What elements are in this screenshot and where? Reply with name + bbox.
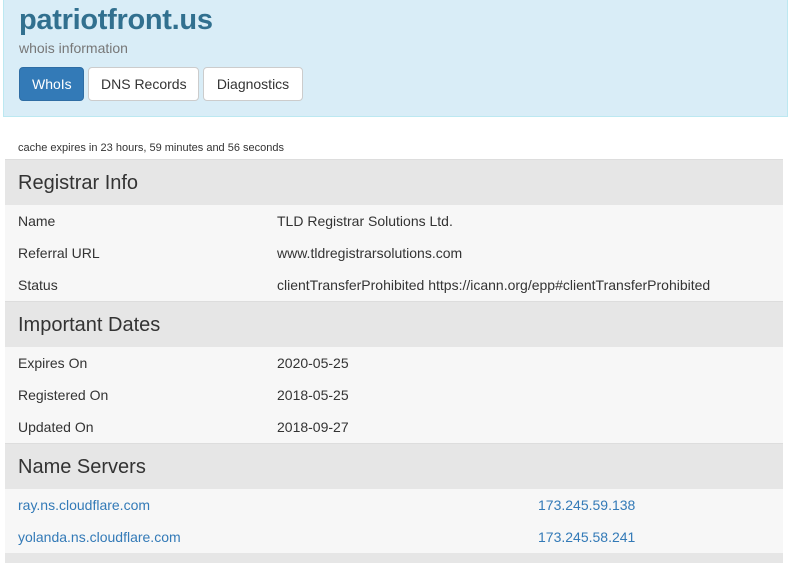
tab-diagnostics[interactable]: Diagnostics (203, 67, 303, 101)
table-row: Status clientTransferProhibited https://… (5, 269, 783, 301)
section-important-dates: Important Dates (5, 301, 783, 347)
nameserver-link[interactable]: yolanda.ns.cloudflare.com (18, 521, 181, 553)
row-value-registered-on: 2018-05-25 (277, 387, 349, 403)
row-value-expires-on: 2020-05-25 (277, 355, 349, 371)
table-row: ray.ns.cloudflare.com 173.245.59.138 (5, 489, 783, 521)
table-row: Updated On 2018-09-27 (5, 411, 783, 443)
domain-title: patriotfront.us (19, 4, 213, 36)
page-subtitle: whois information (19, 40, 128, 56)
table-row: yolanda.ns.cloudflare.com 173.245.58.241 (5, 521, 783, 553)
tab-whois[interactable]: WhoIs (19, 67, 84, 101)
row-key-updated-on: Updated On (18, 419, 94, 435)
section-name-servers: Name Servers (5, 443, 783, 489)
row-value-referral-url: www.tldregistrarsolutions.com (277, 245, 463, 261)
nameserver-link[interactable]: ray.ns.cloudflare.com (18, 489, 150, 521)
nameserver-ip-link[interactable]: 173.245.59.138 (538, 489, 635, 521)
nameserver-ip-link[interactable]: 173.245.58.241 (538, 521, 635, 553)
row-key-expires-on: Expires On (18, 355, 88, 371)
row-value-updated-on: 2018-09-27 (277, 419, 349, 435)
table-row: Expires On 2020-05-25 (5, 347, 783, 379)
row-key-referral-url: Referral URL (18, 245, 100, 261)
tab-dns-records[interactable]: DNS Records (88, 67, 199, 101)
page-header: patriotfront.us whois information WhoIs … (3, 0, 788, 117)
table-row: Referral URL www.tldregistrarsolutions.c… (5, 237, 783, 269)
section-divider (5, 553, 783, 563)
table-row: Name TLD Registrar Solutions Ltd. (5, 205, 783, 237)
table-row: Registered On 2018-05-25 (5, 379, 783, 411)
row-key-registered-on: Registered On (18, 387, 109, 403)
cache-expiry-note: cache expires in 23 hours, 59 minutes an… (18, 142, 284, 154)
row-value-status: clientTransferProhibited https://icann.o… (277, 277, 711, 293)
row-value-name: TLD Registrar Solutions Ltd. (277, 213, 453, 229)
whois-table: Registrar Info Name TLD Registrar Soluti… (5, 159, 783, 563)
row-key-name: Name (18, 213, 56, 229)
section-registrar-info: Registrar Info (5, 159, 783, 205)
row-key-status: Status (18, 277, 58, 293)
